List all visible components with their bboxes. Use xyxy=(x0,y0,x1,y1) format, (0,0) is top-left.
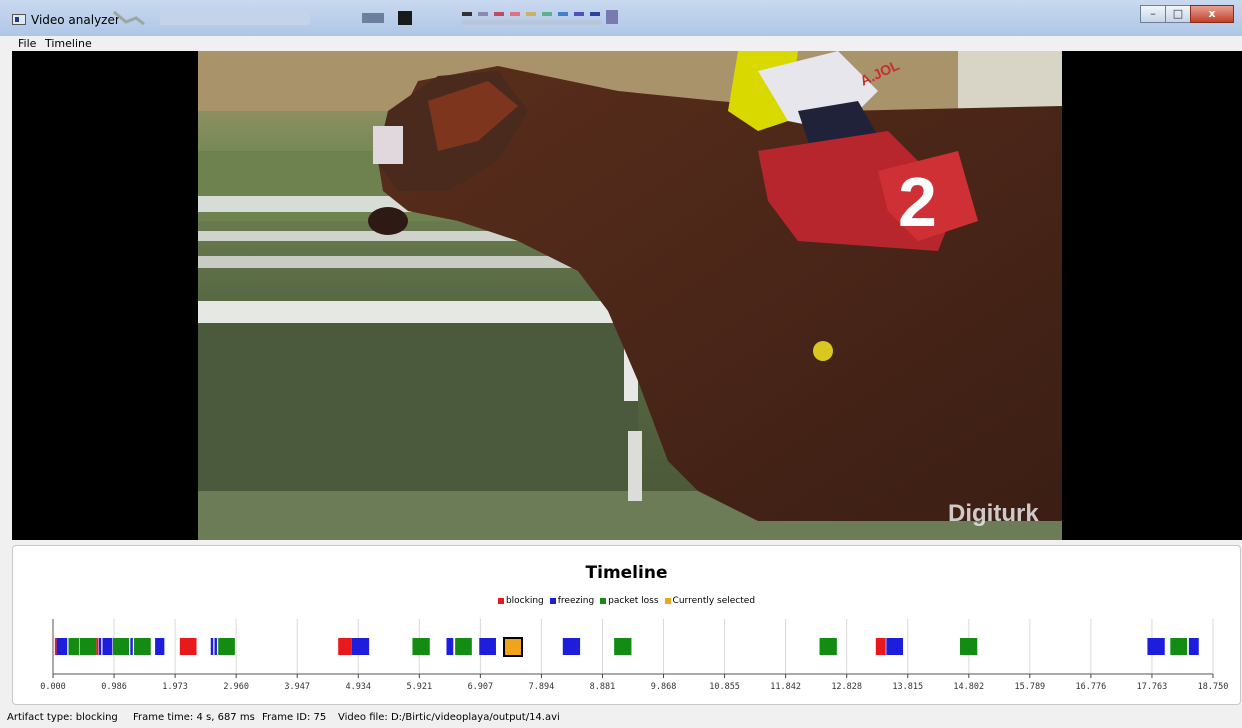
timeline-tick-label: 17.763 xyxy=(1137,682,1168,692)
timeline-tick-label: 5.921 xyxy=(407,682,433,692)
timeline-event-blocking[interactable] xyxy=(338,638,352,655)
timeline-tick-label: 1.973 xyxy=(162,682,188,692)
timeline-tick-label: 18.750 xyxy=(1198,682,1229,692)
timeline-event-freezing[interactable] xyxy=(210,638,214,655)
timeline-tick-label: 4.934 xyxy=(345,682,371,692)
timeline-tick-label: 7.894 xyxy=(529,682,555,692)
timeline-selected-marker[interactable] xyxy=(503,637,524,657)
timeline-event-freezing[interactable] xyxy=(56,638,68,655)
timeline-event-blocking[interactable] xyxy=(96,638,99,655)
timeline-event-packet-loss[interactable] xyxy=(819,638,837,655)
window-title: Video analyzer xyxy=(31,13,120,27)
timeline-tick-label: 3.947 xyxy=(284,682,310,692)
timeline-event-packet-loss[interactable] xyxy=(614,638,632,655)
broadcaster-watermark: Digiturk xyxy=(948,500,1039,527)
timeline-event-freezing[interactable] xyxy=(130,638,133,655)
timeline-tick-label: 13.815 xyxy=(892,682,923,692)
timeline-tick-label: 16.776 xyxy=(1076,682,1107,692)
timeline-tick-label: 0.986 xyxy=(101,682,127,692)
close-button[interactable]: x xyxy=(1190,5,1234,23)
timeline-tick-label: 12.828 xyxy=(831,682,862,692)
timeline-event-freezing[interactable] xyxy=(351,638,370,655)
timeline-event-freezing[interactable] xyxy=(102,638,113,655)
timeline-event-blocking[interactable] xyxy=(875,638,886,655)
timeline-tick-label: 10.855 xyxy=(709,682,740,692)
timeline-plot[interactable]: 0.000 0.986 1.973 2.960 3.947 4.934 5.921 6.907… xyxy=(13,546,1240,704)
timeline-event-packet-loss[interactable] xyxy=(68,638,79,655)
video-area[interactable]: 2 A.JOL Digiturk xyxy=(12,51,1242,540)
timeline-event-freezing[interactable] xyxy=(886,638,904,655)
timeline-event-freezing[interactable] xyxy=(1188,638,1199,655)
menu-file[interactable]: File xyxy=(18,37,36,50)
timeline-event-packet-loss[interactable] xyxy=(959,638,978,655)
timeline-tick-label: 6.907 xyxy=(468,682,494,692)
maximize-button[interactable]: □ xyxy=(1165,5,1191,23)
timeline-event-packet-loss[interactable] xyxy=(412,638,430,655)
status-video-file: Video file: D:/Birtic/videoplaya/output/… xyxy=(338,712,560,723)
app-icon xyxy=(12,14,26,25)
minimize-button[interactable]: – xyxy=(1140,5,1166,23)
timeline-event-blocking[interactable] xyxy=(54,638,57,655)
timeline-event-freezing[interactable] xyxy=(98,638,102,655)
timeline-tick-label: 15.789 xyxy=(1014,682,1045,692)
saddle-cloth-number: 2 xyxy=(898,163,937,241)
timeline-event-freezing[interactable] xyxy=(214,638,217,655)
timeline-event-freezing[interactable] xyxy=(562,638,581,655)
timeline-tick-label: 14.802 xyxy=(953,682,984,692)
timeline-event-packet-loss[interactable] xyxy=(218,638,235,655)
video-frame[interactable]: 2 A.JOL Digiturk xyxy=(198,51,1062,540)
timeline-tick-label: 0.000 xyxy=(40,682,66,692)
status-artifact-type: Artifact type: blocking xyxy=(7,712,118,723)
timeline-event-freezing[interactable] xyxy=(1147,638,1165,655)
timeline-tick-label: 2.960 xyxy=(223,682,249,692)
timeline-panel: Timeline blocking freezing packet loss C… xyxy=(12,545,1241,705)
menu-bar: File Timeline xyxy=(0,36,1242,51)
status-frame-time: Frame time: 4 s, 687 ms xyxy=(133,712,255,723)
timeline-event-packet-loss[interactable] xyxy=(113,638,130,655)
timeline-event-freezing[interactable] xyxy=(446,638,454,655)
timeline-event-packet-loss[interactable] xyxy=(455,638,472,655)
title-bar-background-decoration xyxy=(113,10,618,26)
title-bar: Video analyzer – □ x xyxy=(0,0,1242,36)
timeline-event-packet-loss[interactable] xyxy=(1170,638,1188,655)
timeline-event-packet-loss[interactable] xyxy=(134,638,151,655)
timeline-event-packet-loss[interactable] xyxy=(79,638,97,655)
timeline-event-freezing[interactable] xyxy=(155,638,165,655)
menu-timeline[interactable]: Timeline xyxy=(45,37,92,50)
timeline-tick-label: 11.842 xyxy=(770,682,801,692)
status-frame-id: Frame ID: 75 xyxy=(262,712,327,723)
timeline-tick-label: 9.868 xyxy=(651,682,677,692)
timeline-event-freezing[interactable] xyxy=(479,638,496,655)
timeline-event-blocking[interactable] xyxy=(179,638,197,655)
status-bar: Artifact type: blocking Frame time: 4 s,… xyxy=(0,707,1242,728)
timeline-tick-label: 8.881 xyxy=(590,682,616,692)
